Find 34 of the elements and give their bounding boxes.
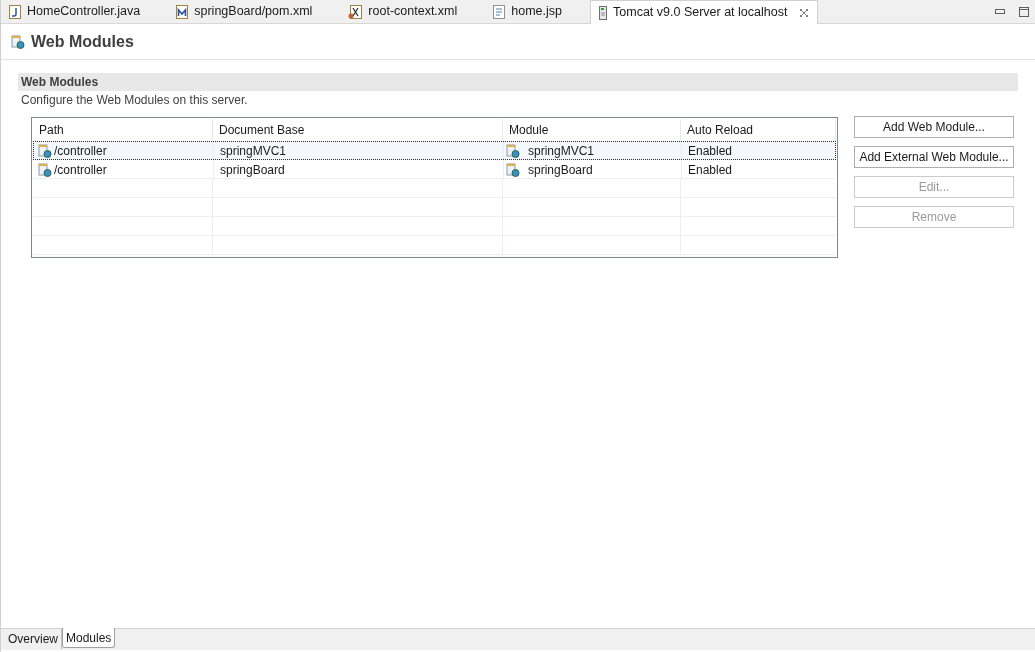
page-title: Web Modules: [31, 31, 134, 52]
table-cell-text: Enabled: [687, 142, 734, 159]
table-cell: springBoard: [214, 161, 504, 178]
table-cell-text: springMVC1: [528, 142, 595, 160]
page-tab[interactable]: Modules: [62, 628, 116, 648]
table-row[interactable]: /controller springMVC1 springMVC1 Enabled: [33, 141, 836, 160]
web-module-icon: [506, 143, 520, 158]
editor-tab[interactable]: springBoard/pom.xml: [168, 0, 341, 23]
editor-tab[interactable]: Tomcat v9.0 Server at localhost: [590, 0, 819, 24]
section-description: Configure the Web Modules on this server.: [20, 92, 249, 109]
action-button[interactable]: Add Web Module...: [854, 116, 1014, 138]
table-cell-text: springBoard: [528, 161, 593, 179]
minimize-icon[interactable]: [995, 8, 1005, 15]
web-module-icon: [38, 162, 52, 177]
action-button[interactable]: Add External Web Module...: [854, 146, 1014, 168]
table-row[interactable]: /controller springBoard springBoard Enabled: [33, 160, 836, 179]
document-icon: [493, 4, 506, 19]
editor-tab[interactable]: root-context.xml: [340, 0, 486, 23]
table-cell-text: /controller: [54, 161, 107, 179]
maven-file-icon: [176, 4, 189, 19]
java-file-icon: [9, 4, 21, 19]
editor-tab[interactable]: home.jsp: [485, 0, 590, 23]
section-header: Web Modules: [18, 73, 1018, 91]
table-cell-text: /controller: [54, 142, 107, 160]
web-module-icon: [38, 143, 52, 158]
table-cell-text: Enabled: [687, 161, 734, 178]
close-icon[interactable]: [799, 7, 810, 18]
web-module-icon: [11, 34, 25, 49]
web-module-icon: [506, 162, 520, 177]
editor-tab[interactable]: HomeController.java: [1, 0, 169, 23]
xml-file-icon: [348, 4, 363, 19]
server-icon: [599, 5, 607, 20]
maximize-icon[interactable]: [1019, 6, 1029, 17]
table-cell: springMVC1: [214, 142, 504, 159]
